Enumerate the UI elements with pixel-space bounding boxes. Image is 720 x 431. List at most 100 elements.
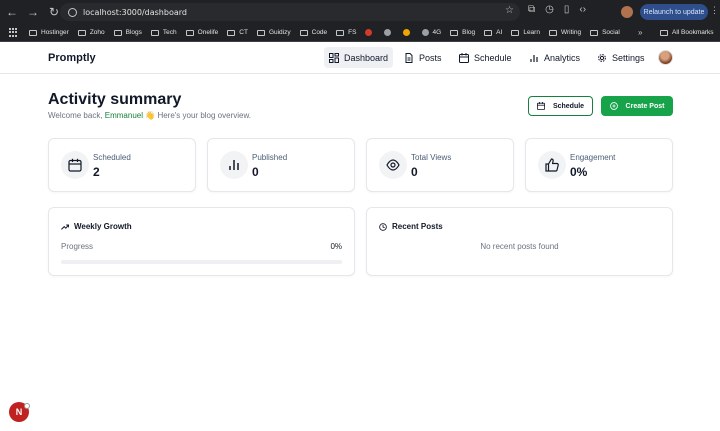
folder-icon bbox=[113, 29, 122, 36]
bookmark-blogs[interactable]: Blogs bbox=[113, 29, 142, 36]
home-icon bbox=[403, 29, 411, 36]
url-text: localhost:3000/dashboard bbox=[83, 7, 187, 17]
notification-dot-icon bbox=[24, 403, 30, 409]
bookmark-zoho[interactable]: Zoho bbox=[77, 29, 105, 36]
progress-percent: 0% bbox=[330, 242, 342, 251]
trash-icon[interactable]: ▯ bbox=[564, 4, 570, 15]
all-bookmarks[interactable]: All Bookmarks bbox=[660, 29, 714, 36]
browser-toolbar: ← → ↻ localhost:3000/dashboard ☆ ⧉ ◷ ▯ ‹… bbox=[0, 0, 720, 24]
apps-icon[interactable] bbox=[9, 27, 19, 38]
calendar-icon bbox=[536, 102, 545, 110]
folder-icon bbox=[227, 29, 236, 36]
globe-icon bbox=[422, 29, 430, 36]
forward-icon[interactable]: → bbox=[24, 3, 42, 21]
bookmark-blog[interactable]: Blog bbox=[450, 29, 475, 36]
bookmark-social[interactable]: Social bbox=[590, 29, 620, 36]
progress-label: Progress bbox=[61, 242, 94, 251]
more-bookmarks-icon[interactable]: » bbox=[638, 28, 642, 37]
stat-value: 0% bbox=[570, 165, 588, 179]
bookmark-guidizy[interactable]: Guidizy bbox=[256, 29, 291, 36]
recent-posts-panel: Recent Posts No recent posts found bbox=[366, 207, 673, 276]
nav-settings[interactable]: Settings bbox=[592, 47, 650, 68]
panel-title: Recent Posts bbox=[379, 222, 443, 231]
bookmark-tech[interactable]: Tech bbox=[150, 29, 177, 36]
panel-title: Weekly Growth bbox=[61, 222, 132, 231]
calendar-icon bbox=[61, 151, 89, 179]
plus-circle-icon bbox=[609, 102, 618, 110]
folder-icon bbox=[450, 29, 459, 36]
address-bar[interactable]: localhost:3000/dashboard ☆ bbox=[60, 3, 520, 21]
extensions-icon[interactable]: ⧉ bbox=[528, 4, 535, 15]
folder-icon bbox=[29, 29, 37, 36]
folder-icon bbox=[660, 29, 668, 36]
nav-schedule[interactable]: Schedule bbox=[454, 47, 517, 68]
bookmark-favicon-home[interactable] bbox=[403, 29, 413, 36]
folder-icon bbox=[256, 29, 265, 36]
bookmark-learn[interactable]: Learn bbox=[511, 29, 540, 36]
schedule-button[interactable]: Schedule bbox=[528, 96, 593, 116]
wave-emoji: 👋 bbox=[145, 111, 156, 120]
site-favicon-icon bbox=[365, 29, 373, 36]
relaunch-button[interactable]: Relaunch to update bbox=[640, 4, 708, 20]
folder-icon bbox=[336, 29, 345, 36]
bookmark-onelife[interactable]: Onelife bbox=[185, 29, 218, 36]
stat-value: 0 bbox=[252, 165, 259, 179]
folder-icon bbox=[590, 29, 599, 36]
user-name: Emmanuel bbox=[104, 111, 144, 120]
bookmark-4g[interactable]: 4G bbox=[422, 29, 441, 36]
more-menu-icon[interactable]: ⋮ bbox=[710, 5, 719, 16]
stat-label: Total Views bbox=[411, 153, 452, 162]
folder-icon bbox=[77, 29, 86, 36]
bookmark-star-icon[interactable]: ☆ bbox=[505, 5, 514, 16]
weekly-growth-panel: Weekly Growth Progress 0% bbox=[48, 207, 355, 276]
devtools-icon[interactable]: ‹› bbox=[579, 4, 586, 15]
thumbs-up-icon bbox=[538, 151, 566, 179]
eye-icon bbox=[379, 151, 407, 179]
gear-icon bbox=[598, 53, 606, 62]
stat-label: Engagement bbox=[570, 153, 616, 162]
back-icon[interactable]: ← bbox=[3, 3, 21, 21]
user-avatar[interactable] bbox=[658, 50, 673, 65]
profile-avatar[interactable] bbox=[621, 6, 633, 18]
folder-icon bbox=[185, 29, 194, 36]
page-title: Activity summary bbox=[48, 91, 182, 108]
bookmark-favicon-globe[interactable] bbox=[384, 29, 394, 36]
stat-label: Scheduled bbox=[93, 153, 131, 162]
document-icon bbox=[405, 52, 413, 63]
bookmark-ct[interactable]: CT bbox=[227, 29, 248, 36]
bookmark-code[interactable]: Code bbox=[299, 29, 327, 36]
nav-analytics[interactable]: Analytics bbox=[524, 47, 585, 68]
folder-icon bbox=[548, 29, 557, 36]
brand-logo[interactable]: Promptly bbox=[48, 52, 96, 64]
stat-card-published: Published 0 bbox=[207, 138, 355, 192]
stat-value: 0 bbox=[411, 165, 418, 179]
app-navbar: Promptly Dashboard Posts Schedule Analyt… bbox=[0, 42, 720, 74]
clock-icon bbox=[379, 222, 387, 231]
history-icon[interactable]: ◷ bbox=[545, 4, 554, 15]
bookmark-ai[interactable]: AI bbox=[484, 29, 502, 36]
welcome-text: Welcome back, Emmanuel 👋 Here's your blo… bbox=[48, 111, 252, 120]
create-post-button[interactable]: Create Post bbox=[601, 96, 673, 116]
bookmark-fs[interactable]: FS bbox=[336, 29, 356, 36]
grid-icon bbox=[329, 52, 339, 63]
empty-state-text: No recent posts found bbox=[480, 242, 559, 251]
nav-posts[interactable]: Posts bbox=[399, 47, 447, 68]
bookmark-writing[interactable]: Writing bbox=[548, 29, 581, 36]
stat-card-total-views: Total Views 0 bbox=[366, 138, 514, 192]
bookmark-favicon-red[interactable] bbox=[365, 29, 375, 36]
bookmarks-bar: Hostinger Zoho Blogs Tech Onelife CT Gui… bbox=[0, 24, 720, 42]
trending-up-icon bbox=[61, 224, 69, 230]
stat-card-scheduled: Scheduled 2 bbox=[48, 138, 196, 192]
stat-card-engagement: Engagement 0% bbox=[525, 138, 673, 192]
nav-dashboard[interactable]: Dashboard bbox=[324, 47, 394, 68]
stat-value: 2 bbox=[93, 165, 100, 179]
folder-icon bbox=[299, 29, 308, 36]
bookmark-hostinger[interactable]: Hostinger bbox=[29, 29, 69, 36]
calendar-icon bbox=[459, 52, 469, 63]
folder-icon bbox=[484, 29, 493, 36]
stat-label: Published bbox=[252, 153, 288, 162]
site-info-icon[interactable] bbox=[68, 7, 77, 17]
folder-icon bbox=[511, 29, 520, 36]
progress-bar bbox=[61, 260, 342, 264]
folder-icon bbox=[150, 29, 159, 36]
